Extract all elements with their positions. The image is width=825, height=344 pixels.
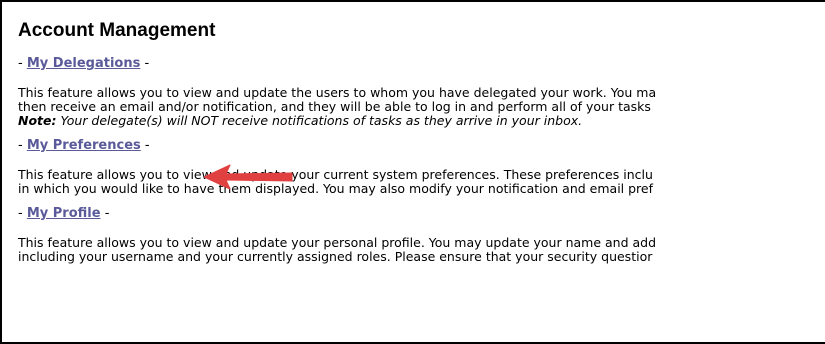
- dash-left: -: [18, 56, 23, 71]
- description-line: including your username and your current…: [18, 249, 653, 264]
- note-text: Your delegate(s) will NOT receive notifi…: [56, 113, 583, 128]
- section-heading-preferences: - My Preferences -: [18, 138, 825, 154]
- delegations-note: Note: Your delegate(s) will NOT receive …: [18, 114, 825, 128]
- dash-right: -: [144, 138, 150, 153]
- description-line: This feature allows you to view and upda…: [18, 167, 653, 182]
- dash-left: -: [18, 138, 23, 153]
- preferences-description: This feature allows you to view and upda…: [18, 168, 825, 196]
- note-label: Note:: [18, 113, 57, 128]
- my-preferences-link[interactable]: My Preferences: [27, 138, 141, 153]
- description-line: in which you would like to have them dis…: [18, 181, 654, 196]
- dash-right: -: [144, 56, 150, 71]
- delegations-description: This feature allows you to view and upda…: [18, 86, 825, 128]
- dash-left: -: [18, 206, 23, 221]
- red-arrow-icon: [204, 164, 293, 190]
- profile-description: This feature allows you to view and upda…: [18, 236, 825, 264]
- account-management-panel: Account Management - My Delegations - Th…: [0, 0, 825, 344]
- description-line: then receive an email and/or notificatio…: [18, 99, 651, 114]
- dash-right: -: [104, 206, 110, 221]
- section-heading-profile: - My Profile -: [18, 206, 825, 222]
- content-area: Account Management - My Delegations - Th…: [2, 2, 825, 274]
- my-delegations-link[interactable]: My Delegations: [27, 56, 141, 71]
- description-line: This feature allows you to view and upda…: [18, 235, 657, 250]
- my-profile-link[interactable]: My Profile: [27, 206, 101, 221]
- section-heading-delegations: - My Delegations -: [18, 56, 825, 72]
- page-title: Account Management: [18, 20, 216, 41]
- description-line: This feature allows you to view and upda…: [18, 85, 657, 100]
